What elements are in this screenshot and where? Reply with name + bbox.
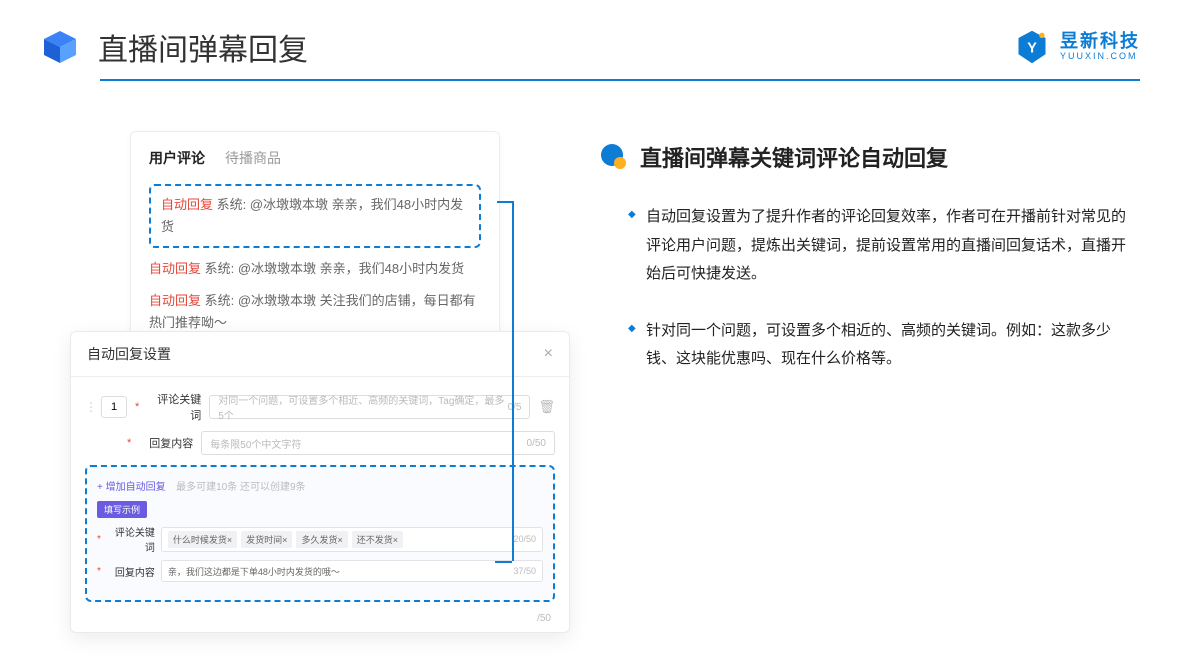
- example-box: + 增加自动回复 最多可建10条 还可以创建9条 填写示例 * 评论关键词 什么…: [85, 465, 555, 602]
- auto-reply-tag: 自动回复: [161, 197, 213, 212]
- chat-bubble-icon: [600, 143, 628, 171]
- required-star: *: [97, 566, 101, 577]
- comment-text: 系统: @冰墩墩本墩 亲亲，我们48小时内发货: [205, 261, 465, 276]
- ex-content-text: 亲，我们这边都是下单48小时内发货的哦～: [168, 565, 340, 578]
- chip[interactable]: 还不发货×: [352, 531, 403, 548]
- comment-row: 自动回复 系统: @冰墩墩本墩 关注我们的店铺，每日都有热门推荐呦～: [149, 290, 481, 334]
- section-title: 直播间弹幕关键词评论自动回复: [640, 141, 948, 173]
- comment-row: 自动回复 系统: @冰墩墩本墩 亲亲，我们48小时内发货: [149, 258, 481, 280]
- explanation-bullets: 自动回复设置为了提升作者的评论回复效率，作者可在开播前针对常见的评论用户问题，提…: [600, 203, 1140, 374]
- ex-content-box[interactable]: 亲，我们这边都是下单48小时内发货的哦～ 37/50: [161, 560, 543, 582]
- content-input[interactable]: 每条限50个中文字符 0/50: [201, 431, 555, 455]
- svg-text:Y: Y: [1027, 40, 1037, 56]
- brand-name: 昱新科技: [1060, 32, 1140, 52]
- brand-logo-icon: Y: [1014, 29, 1050, 65]
- screenshot-mock-area: 用户评论 待播商品 自动回复 系统: @冰墩墩本墩 亲亲，我们48小时内发货 自…: [70, 131, 570, 402]
- bullet-item: 自动回复设置为了提升作者的评论回复效率，作者可在开播前针对常见的评论用户问题，提…: [628, 203, 1140, 289]
- bullet-item: 针对同一个问题，可设置多个相近的、高频的关键词。例如：这款多少钱、这块能优惠吗、…: [628, 317, 1140, 374]
- brand-logo-block: Y 昱新科技 YUUXIN.COM: [1014, 29, 1140, 65]
- explanation-panel: 直播间弹幕关键词评论自动回复 自动回复设置为了提升作者的评论回复效率，作者可在开…: [600, 131, 1140, 402]
- keyword-label: 评论关键词: [147, 391, 201, 423]
- outer-counter: /50: [537, 613, 551, 624]
- tab-pending-goods[interactable]: 待播商品: [225, 148, 281, 168]
- settings-title: 自动回复设置: [87, 344, 171, 364]
- required-star: *: [97, 534, 101, 545]
- page-title: 直播间弹幕回复: [98, 25, 308, 69]
- chip[interactable]: 发货时间×: [241, 531, 292, 548]
- ex-content-label: 回复内容: [107, 564, 155, 579]
- required-star: *: [135, 401, 139, 413]
- delete-icon[interactable]: 🗑: [538, 399, 555, 415]
- chip[interactable]: 多久发货×: [296, 531, 347, 548]
- drag-handle-icon[interactable]: ⋮⋮: [85, 400, 93, 414]
- content-label: 回复内容: [139, 435, 193, 451]
- ex-content-counter: 37/50: [513, 566, 536, 576]
- ex-keyword-chips[interactable]: 什么时候发货× 发货时间× 多久发货× 还不发货× 20/50: [161, 527, 543, 552]
- ex-keyword-counter: 20/50: [513, 534, 536, 544]
- tab-user-comments[interactable]: 用户评论: [149, 148, 205, 168]
- add-auto-reply-link[interactable]: + 增加自动回复: [97, 482, 166, 493]
- highlighted-comment: 自动回复 系统: @冰墩墩本墩 亲亲，我们48小时内发货: [149, 184, 481, 248]
- keyword-input[interactable]: 对同一个问题，可设置多个相近、高频的关键词，Tag确定，最多5个 0/5: [209, 395, 530, 419]
- order-input[interactable]: [101, 396, 127, 418]
- keyword-counter: 0/5: [508, 402, 522, 413]
- page-header: 直播间弹幕回复 Y 昱新科技 YUUXIN.COM: [0, 0, 1180, 79]
- add-hint: 最多可建10条 还可以创建9条: [176, 482, 305, 493]
- cube-icon: [40, 27, 80, 67]
- auto-reply-tag: 自动回复: [149, 293, 201, 308]
- chip[interactable]: 什么时候发货×: [168, 531, 237, 548]
- close-icon[interactable]: ×: [544, 345, 553, 363]
- example-badge: 填写示例: [97, 501, 147, 518]
- brand-domain: YUUXIN.COM: [1060, 52, 1140, 62]
- ex-keyword-label: 评论关键词: [107, 524, 155, 554]
- auto-reply-settings-card: 自动回复设置 × ⋮⋮ * 评论关键词 对同一个问题，可设置多个相近、高频的关键…: [70, 331, 570, 633]
- comments-tabs: 用户评论 待播商品: [149, 148, 481, 168]
- content-counter: 0/50: [527, 438, 546, 449]
- required-star: *: [127, 437, 131, 449]
- auto-reply-tag: 自动回复: [149, 261, 201, 276]
